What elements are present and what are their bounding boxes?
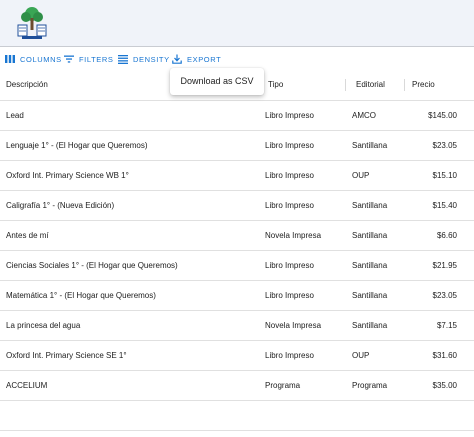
header-editorial[interactable]: Editorial (356, 70, 416, 100)
cell-precio: $15.10 (432, 171, 457, 180)
grid-toolbar: COLUMNS FILTERS DENSITY EXPORT (0, 49, 474, 69)
table-footer-divider (0, 430, 474, 431)
table-row[interactable]: Lead Libro Impreso AMCO $145.00 (0, 101, 474, 131)
cell-tipo: Novela Impresa (265, 321, 322, 330)
cell-descripcion: Matemática 1° - (El Hogar que Queremos) (6, 291, 156, 300)
cell-descripcion: La princesa del agua (6, 321, 81, 330)
filter-icon (64, 55, 74, 63)
table-row[interactable]: La princesa del agua Novela Impresa Sant… (0, 311, 474, 341)
export-menu-item-csv[interactable]: Download as CSV (170, 68, 264, 95)
table-row[interactable]: Antes de mí Novela Impresa Santillana $6… (0, 221, 474, 251)
cell-precio: $23.05 (432, 141, 457, 150)
column-separator[interactable] (345, 79, 346, 91)
cell-tipo: Libro Impreso (265, 351, 314, 360)
export-button[interactable]: EXPORT (172, 49, 221, 69)
columns-button[interactable]: COLUMNS (5, 49, 62, 69)
density-button[interactable]: DENSITY (118, 49, 170, 69)
cell-tipo: Programa (265, 381, 301, 390)
cell-tipo: Libro Impreso (265, 261, 314, 270)
cell-descripcion: Oxford Int. Primary Science WB 1° (6, 171, 129, 180)
cell-precio: $6.60 (436, 231, 457, 240)
columns-label: COLUMNS (20, 54, 62, 64)
column-separator[interactable] (404, 79, 405, 91)
download-icon (172, 54, 182, 64)
header-tipo[interactable]: Tipo (268, 70, 348, 100)
school-logo (17, 7, 47, 39)
density-icon (118, 55, 128, 64)
table-row[interactable]: Oxford Int. Primary Science SE 1° Libro … (0, 341, 474, 371)
cell-descripcion: Ciencias Sociales 1° - (El Hogar que Que… (6, 261, 178, 270)
columns-icon (5, 55, 15, 63)
cell-descripcion: Lenguaje 1° - (El Hogar que Queremos) (6, 141, 148, 150)
cell-precio: $21.95 (432, 261, 457, 270)
cell-precio: $23.05 (432, 291, 457, 300)
table-row[interactable]: Lenguaje 1° - (El Hogar que Queremos) Li… (0, 131, 474, 161)
cell-precio: $35.00 (432, 381, 457, 390)
table-row[interactable]: Ciencias Sociales 1° - (El Hogar que Que… (0, 251, 474, 281)
table-row[interactable]: ACCELIUM Programa Programa $35.00 (0, 371, 474, 401)
table-row[interactable]: Oxford Int. Primary Science WB 1° Libro … (0, 161, 474, 191)
cell-precio: $7.15 (436, 321, 457, 330)
header-precio[interactable]: Precio (412, 70, 452, 100)
cell-descripcion: Caligrafía 1° - (Nueva Edición) (6, 201, 115, 210)
cell-tipo: Libro Impreso (265, 291, 314, 300)
cell-descripcion: Lead (6, 111, 24, 120)
cell-precio: $15.40 (432, 201, 457, 210)
cell-tipo: Libro Impreso (265, 201, 314, 210)
cell-descripcion: ACCELIUM (6, 381, 48, 390)
export-label: EXPORT (187, 54, 222, 64)
filters-button[interactable]: FILTERS (64, 49, 113, 69)
cell-tipo: Novela Impresa (265, 231, 322, 240)
table-row[interactable]: Caligrafía 1° - (Nueva Edición) Libro Im… (0, 191, 474, 221)
table-row[interactable]: Matemática 1° - (El Hogar que Queremos) … (0, 281, 474, 311)
app-header (0, 0, 474, 47)
cell-tipo: Libro Impreso (265, 141, 314, 150)
cell-tipo: Libro Impreso (265, 111, 314, 120)
cell-precio: $31.60 (432, 351, 457, 360)
cell-descripcion: Oxford Int. Primary Science SE 1° (6, 351, 127, 360)
cell-precio: $145.00 (428, 111, 457, 120)
cell-tipo: Libro Impreso (265, 171, 314, 180)
cell-descripcion: Antes de mí (6, 231, 49, 240)
filters-label: FILTERS (79, 54, 114, 64)
density-label: DENSITY (133, 54, 170, 64)
